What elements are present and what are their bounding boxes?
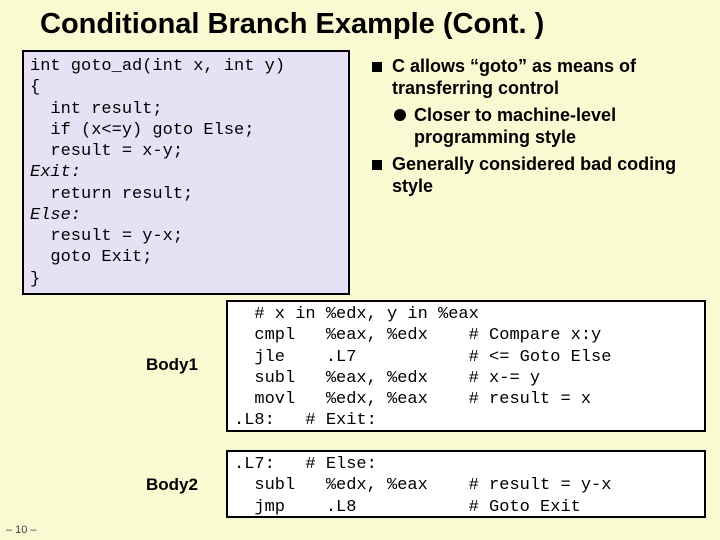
note-item: C allows “goto” as means of transferring…: [372, 56, 702, 99]
asm-block-1: # x in %edx, y in %eax cmpl %eax, %edx #…: [226, 300, 706, 432]
c-code-block: int goto_ad(int x, int y) { int result; …: [22, 50, 350, 295]
page-number: – 10 –: [6, 524, 37, 536]
slide-title: Conditional Branch Example (Cont. ): [0, 0, 720, 45]
note-subitem: Closer to machine-level programming styl…: [394, 105, 702, 148]
notes-list: C allows “goto” as means of transferring…: [372, 56, 702, 204]
note-subtext: Closer to machine-level programming styl…: [414, 105, 702, 148]
note-item: Generally considered bad coding style: [372, 154, 702, 197]
note-text: Generally considered bad coding style: [392, 154, 702, 197]
square-bullet-icon: [372, 160, 382, 170]
dot-bullet-icon: [394, 109, 406, 121]
note-text: C allows “goto” as means of transferring…: [392, 56, 702, 99]
body2-label: Body2: [146, 475, 198, 495]
square-bullet-icon: [372, 62, 382, 72]
body1-label: Body1: [146, 355, 198, 375]
asm-block-2: .L7: # Else: subl %edx, %eax # result = …: [226, 450, 706, 518]
